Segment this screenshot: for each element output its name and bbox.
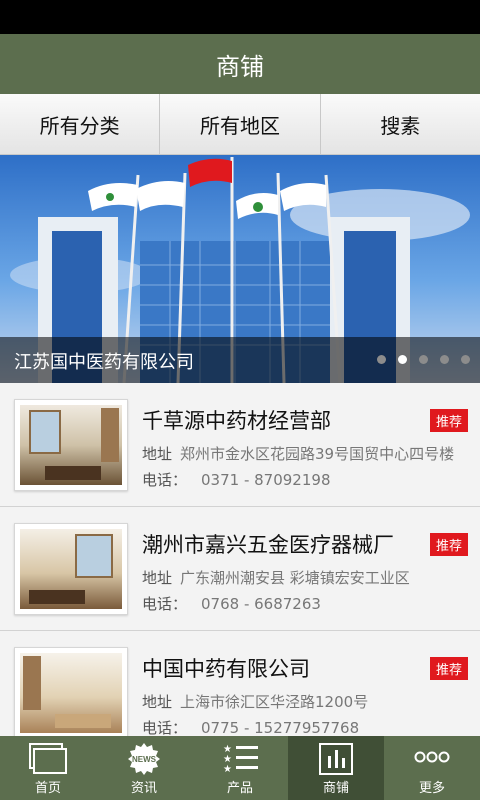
- banner-caption-bar: 江苏国中医药有限公司: [0, 337, 480, 383]
- recommend-badge: 推荐: [429, 533, 468, 556]
- address-label: 地址: [142, 693, 173, 711]
- shop-address: 地址 上海市徐汇区华泾路1200号: [142, 691, 368, 712]
- home-icon: [29, 743, 67, 774]
- banner-caption: 江苏国中医药有限公司: [14, 352, 194, 373]
- shop-thumbnail: [14, 647, 128, 739]
- shop-name: 中国中药有限公司: [142, 657, 310, 681]
- shop-phone: 电话： 0768 - 6687263: [142, 593, 321, 614]
- tab-home[interactable]: 首页: [0, 736, 96, 800]
- recommend-badge: 推荐: [429, 409, 468, 432]
- shop-address: 地址 广东潮州潮安县 彩塘镇宏安工业区: [142, 567, 410, 588]
- bottom-tab-bar: 首页 NEWS 资讯 ★ ★ ★ 产品 商铺 更多: [0, 736, 480, 800]
- address-label: 地址: [142, 569, 173, 587]
- shop-list: 千草源中药材经营部 推荐 地址 郑州市金水区花园路39号国贸中心四号楼 电话： 03…: [0, 383, 480, 755]
- filter-region-button[interactable]: 所有地区: [160, 94, 321, 154]
- banner-carousel[interactable]: 江苏国中医药有限公司: [0, 155, 480, 383]
- address-value: 上海市徐汇区华泾路1200号: [180, 693, 369, 711]
- product-list-icon: ★ ★ ★: [223, 744, 258, 774]
- address-value: 广东潮州潮安县 彩塘镇宏安工业区: [180, 569, 410, 587]
- news-icon: NEWS: [128, 743, 160, 775]
- title-bar: 商铺: [0, 34, 480, 94]
- filter-category-button[interactable]: 所有分类: [0, 94, 161, 154]
- carousel-dot[interactable]: [440, 355, 449, 364]
- carousel-dot[interactable]: [377, 355, 386, 364]
- carousel-dot[interactable]: [419, 355, 428, 364]
- filter-bar: 所有分类 所有地区 搜素: [0, 94, 480, 155]
- shop-phone: 电话： 0371 - 87092198: [142, 469, 331, 490]
- tab-products[interactable]: ★ ★ ★ 产品: [192, 736, 288, 800]
- shop-name: 千草源中药材经营部: [142, 409, 331, 433]
- tab-label: 首页: [34, 781, 61, 796]
- shop-phone: 电话： 0775 - 15277957768: [142, 717, 359, 738]
- recommend-badge: 推荐: [429, 657, 468, 680]
- phone-value: 0768 - 6687263: [201, 595, 321, 613]
- shop-thumbnail: [14, 399, 128, 491]
- svg-text:★: ★: [223, 764, 232, 774]
- shop-address: 地址 郑州市金水区花园路39号国贸中心四号楼: [142, 443, 454, 464]
- status-bar: [0, 0, 480, 34]
- phone-label: 电话：: [142, 719, 188, 737]
- tab-more[interactable]: 更多: [384, 736, 480, 800]
- tab-label: 更多: [418, 781, 445, 796]
- news-icon-text: NEWS: [132, 755, 157, 764]
- phone-label: 电话：: [142, 595, 188, 613]
- tab-news[interactable]: NEWS 资讯: [96, 736, 192, 800]
- address-value: 郑州市金水区花园路39号国贸中心四号楼: [180, 445, 455, 463]
- page-title: 商铺: [216, 52, 264, 81]
- shop-thumbnail: [14, 523, 128, 615]
- address-label: 地址: [142, 445, 173, 463]
- phone-label: 电话：: [142, 471, 188, 489]
- shop-name: 潮州市嘉兴五金医疗器械厂: [142, 533, 394, 557]
- phone-value: 0775 - 15277957768: [201, 719, 360, 737]
- shop-list-item[interactable]: 潮州市嘉兴五金医疗器械厂 推荐 地址 广东潮州潮安县 彩塘镇宏安工业区 电话： 07…: [0, 507, 480, 631]
- tab-label: 资讯: [130, 781, 157, 796]
- filter-search-button[interactable]: 搜素: [320, 94, 480, 154]
- phone-value: 0371 - 87092198: [201, 471, 331, 489]
- tab-label: 产品: [226, 781, 253, 796]
- carousel-dot-active[interactable]: [398, 355, 407, 364]
- tab-label: 商铺: [322, 781, 349, 796]
- shop-list-item[interactable]: 千草源中药材经营部 推荐 地址 郑州市金水区花园路39号国贸中心四号楼 电话： 03…: [0, 383, 480, 507]
- tab-shops[interactable]: 商铺: [288, 736, 384, 800]
- carousel-dot[interactable]: [461, 355, 470, 364]
- shop-chart-icon: [319, 743, 353, 775]
- more-icon: [414, 751, 450, 763]
- carousel-indicator: [377, 355, 470, 364]
